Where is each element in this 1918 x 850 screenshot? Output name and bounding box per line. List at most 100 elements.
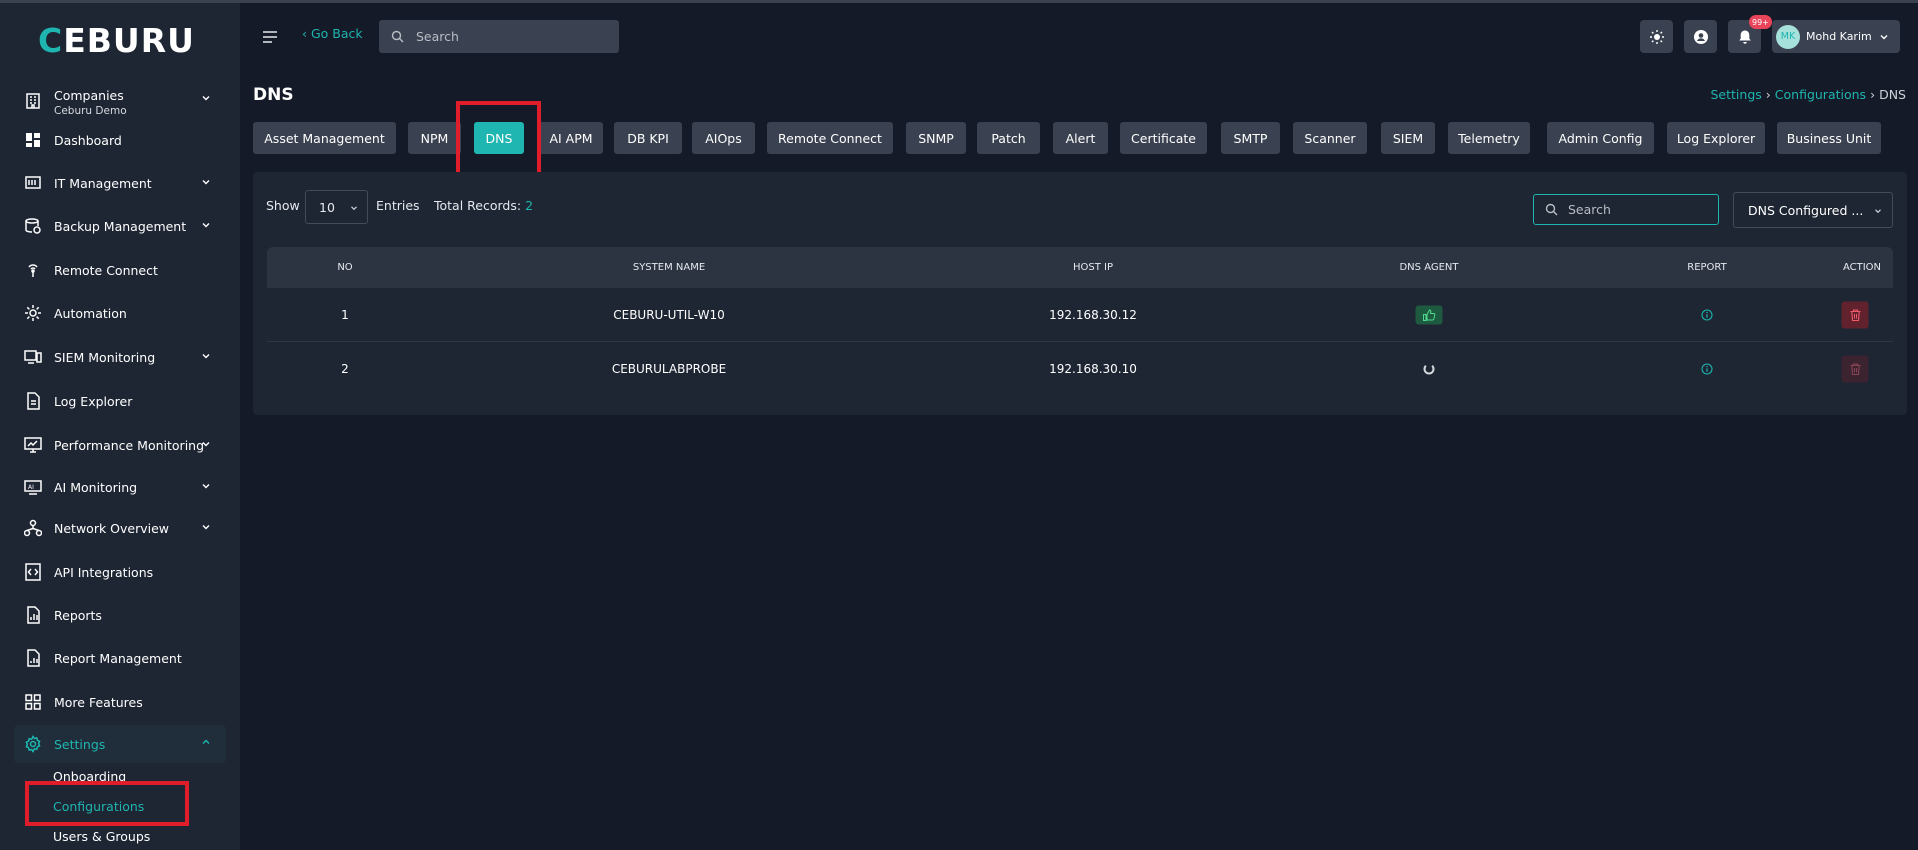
tab-siem[interactable]: SIEM — [1381, 122, 1435, 154]
tab-log-explorer[interactable]: Log Explorer — [1667, 122, 1765, 154]
monitor-icon — [24, 436, 42, 454]
api-icon — [24, 563, 42, 581]
table-search[interactable] — [1533, 194, 1719, 225]
info-icon[interactable] — [1701, 363, 1713, 375]
profile-status-button[interactable] — [1684, 20, 1717, 53]
sidebar-item-ai-monitoring[interactable]: AI AI Monitoring — [14, 469, 226, 505]
automation-icon — [24, 304, 42, 322]
tab-ai-apm[interactable]: AI APM — [539, 122, 603, 154]
sidebar-item-label: Report Management — [54, 650, 182, 666]
cell-no: 2 — [341, 362, 349, 376]
go-back-link[interactable]: ‹ Go Back — [302, 26, 363, 41]
sidebar-item-remote-connect[interactable]: Remote Connect — [14, 252, 226, 288]
chevron-down-icon — [202, 180, 210, 185]
table-row: 1 CEBURU-UTIL-W10 192.168.30.12 — [267, 288, 1893, 342]
table-row: 2 CEBURULABPROBE 192.168.30.10 — [267, 342, 1893, 396]
trash-icon — [1850, 308, 1860, 321]
tab-patch[interactable]: Patch — [977, 122, 1040, 154]
cell-no: 1 — [341, 307, 349, 322]
page-title: DNS — [253, 85, 294, 105]
breadcrumb-settings[interactable]: Settings — [1711, 87, 1762, 102]
spinner-icon — [1423, 363, 1435, 375]
delete-button[interactable] — [1841, 301, 1869, 328]
table-search-input[interactable] — [1568, 202, 1708, 217]
column-header-action[interactable]: ACTION — [1843, 262, 1881, 273]
column-header-system-name[interactable]: SYSTEM NAME — [633, 262, 705, 273]
cell-host-ip: 192.168.30.12 — [1049, 307, 1137, 322]
tab-smtp[interactable]: SMTP — [1221, 122, 1280, 154]
search-icon — [391, 30, 404, 43]
dns-filter-select[interactable]: DNS Configured ... — [1733, 192, 1893, 228]
tab-certificate[interactable]: Certificate — [1120, 122, 1207, 154]
tab-telemetry[interactable]: Telemetry — [1448, 122, 1530, 154]
tab-db-kpi[interactable]: DB KPI — [614, 122, 682, 154]
sidebar-item-log-explorer[interactable]: Log Explorer — [14, 383, 226, 419]
tab-business-unit[interactable]: Business Unit — [1777, 122, 1881, 154]
sidebar: CEBURU Companies Ceburu Demo Dashboard IT… — [0, 3, 240, 850]
sidebar-item-dashboard[interactable]: Dashboard — [14, 122, 226, 158]
column-header-host-ip[interactable]: HOST IP — [1073, 262, 1113, 273]
column-header-report[interactable]: REPORT — [1687, 262, 1727, 273]
sidebar-item-label: Network Overview — [54, 520, 170, 536]
sidebar-item-label: Remote Connect — [54, 262, 158, 278]
info-icon[interactable] — [1701, 308, 1713, 321]
hamburger-menu-icon[interactable] — [262, 30, 278, 44]
breadcrumb-current: DNS — [1879, 87, 1906, 102]
dns-filter-value: DNS Configured ... — [1748, 202, 1864, 218]
sidebar-item-settings[interactable]: Settings — [14, 725, 226, 763]
ai-icon: AI — [24, 478, 42, 496]
trash-icon — [1850, 363, 1860, 376]
entries-per-page-select[interactable]: 10 — [305, 190, 368, 224]
breadcrumb-configurations[interactable]: Configurations — [1775, 87, 1866, 102]
sidebar-item-report-management[interactable]: Report Management — [14, 640, 226, 676]
chevron-down-icon — [202, 354, 210, 359]
grid-icon — [24, 693, 42, 711]
logo-text: EBURU — [63, 21, 195, 60]
column-header-dns-agent[interactable]: DNS AGENT — [1399, 262, 1458, 273]
sidebar-item-api-integrations[interactable]: API Integrations — [14, 554, 226, 590]
sidebar-item-reports[interactable]: Reports — [14, 597, 226, 633]
tab-admin-config[interactable]: Admin Config — [1547, 122, 1654, 154]
user-menu-button[interactable]: MK Mohd Karim — [1772, 20, 1900, 53]
chevron-up-icon — [202, 739, 210, 744]
sidebar-item-automation[interactable]: Automation — [14, 295, 226, 331]
ceburu-logo[interactable]: CEBURU — [38, 21, 195, 60]
sidebar-item-performance-monitoring[interactable]: Performance Monitoring — [14, 427, 226, 463]
dashboard-icon — [24, 131, 42, 149]
tab-scanner[interactable]: Scanner — [1293, 122, 1367, 154]
user-name: Mohd Karim — [1806, 30, 1872, 43]
breadcrumb-separator: › — [1765, 87, 1771, 102]
sidebar-item-network-overview[interactable]: Network Overview — [14, 510, 226, 546]
window-top-border — [0, 0, 1918, 3]
theme-toggle-button[interactable] — [1640, 20, 1673, 53]
sidebar-item-siem-monitoring[interactable]: SIEM Monitoring — [14, 339, 226, 375]
column-header-no[interactable]: NO — [337, 262, 352, 273]
building-icon — [24, 92, 42, 110]
sidebar-item-label: More Features — [54, 694, 143, 710]
sidebar-item-backup-management[interactable]: Backup Management — [14, 208, 226, 244]
sidebar-item-label: Dashboard — [54, 132, 122, 148]
tab-alert[interactable]: Alert — [1053, 122, 1108, 154]
sidebar-item-it-management[interactable]: IT Management — [14, 165, 226, 201]
report-manage-icon — [24, 649, 42, 667]
global-search-input[interactable] — [416, 29, 606, 44]
tab-remote-connect[interactable]: Remote Connect — [767, 122, 893, 154]
avatar: MK — [1776, 24, 1800, 49]
total-records-value: 2 — [525, 198, 534, 213]
tab-npm[interactable]: NPM — [408, 122, 461, 154]
document-icon — [24, 392, 42, 410]
chevron-down-icon — [202, 442, 210, 447]
chevron-down-icon — [202, 223, 210, 228]
sidebar-item-label: API Integrations — [54, 564, 154, 580]
company-selector[interactable]: Companies Ceburu Demo — [14, 81, 226, 121]
tab-aiops[interactable]: AIOps — [692, 122, 755, 154]
global-search[interactable] — [379, 20, 619, 53]
tab-asset-management[interactable]: Asset Management — [253, 122, 396, 154]
sidebar-item-more-features[interactable]: More Features — [14, 684, 226, 720]
chevron-down-icon — [202, 96, 210, 101]
chevron-down-icon — [202, 525, 210, 530]
sidebar-subitem-users-groups[interactable]: Users & Groups — [53, 829, 150, 844]
tab-snmp[interactable]: SNMP — [906, 122, 966, 154]
company-label: Companies — [54, 88, 124, 103]
total-records-label: Total Records: — [434, 198, 522, 213]
